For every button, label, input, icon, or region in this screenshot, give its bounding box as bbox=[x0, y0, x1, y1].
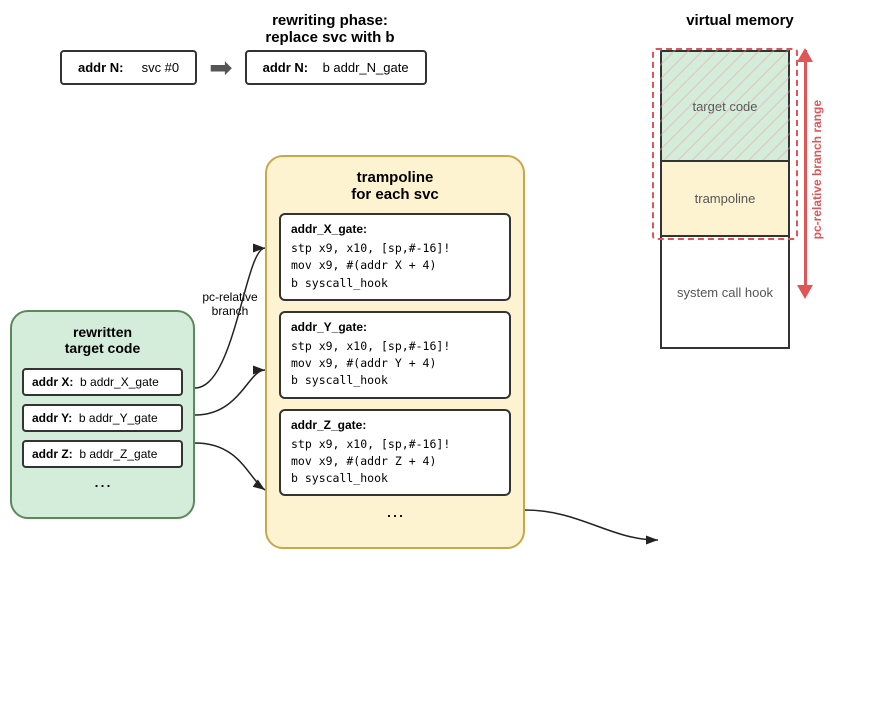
vmem-trampoline: trampoline bbox=[662, 162, 788, 237]
pc-relative-branch-range-label: pc-relative branch range bbox=[810, 100, 824, 239]
vmem-column: target code trampoline system call hook bbox=[660, 50, 790, 349]
trampoline-title: trampoline for each svc bbox=[279, 169, 511, 203]
rewritten-row-z: addr Z: b addr_Z_gate bbox=[22, 440, 183, 468]
vmem-title: virtual memory bbox=[650, 12, 830, 29]
rewriting-title: rewriting phase: replace svc with b bbox=[160, 12, 500, 46]
arrow-right-icon: ➡ bbox=[209, 51, 232, 84]
after-instruction: addr N: b addr_N_gate bbox=[245, 50, 427, 85]
vmem-system-call-hook: system call hook bbox=[662, 237, 788, 347]
pc-range-arrow-bottom bbox=[797, 285, 813, 299]
trampoline-gate-y: addr_Y_gate: stp x9, x10, [sp,#-16]! mov… bbox=[279, 311, 511, 399]
trampoline-gate-x: addr_X_gate: stp x9, x10, [sp,#-16]! mov… bbox=[279, 213, 511, 301]
trampoline-box: trampoline for each svc addr_X_gate: stp… bbox=[265, 155, 525, 549]
rewritten-dots: ⋯ bbox=[22, 476, 183, 497]
pc-relative-branch-label: pc-relative branch bbox=[190, 290, 270, 318]
rewritten-target-code-box: rewritten target code addr X: b addr_X_g… bbox=[10, 310, 195, 519]
trampoline-gate-z: addr_Z_gate: stp x9, x10, [sp,#-16]! mov… bbox=[279, 409, 511, 497]
vmem-target-code: target code bbox=[662, 52, 788, 162]
before-instruction: addr N: svc #0 bbox=[60, 50, 197, 85]
rewritten-row-y: addr Y: b addr_Y_gate bbox=[22, 404, 183, 432]
rewritten-box-title: rewritten target code bbox=[22, 324, 183, 356]
rewriting-phase: addr N: svc #0 ➡ addr N: b addr_N_gate bbox=[60, 50, 427, 85]
pc-range-arrow-line bbox=[804, 50, 807, 290]
trampoline-dots: ⋯ bbox=[279, 506, 511, 527]
rewritten-row-x: addr X: b addr_X_gate bbox=[22, 368, 183, 396]
